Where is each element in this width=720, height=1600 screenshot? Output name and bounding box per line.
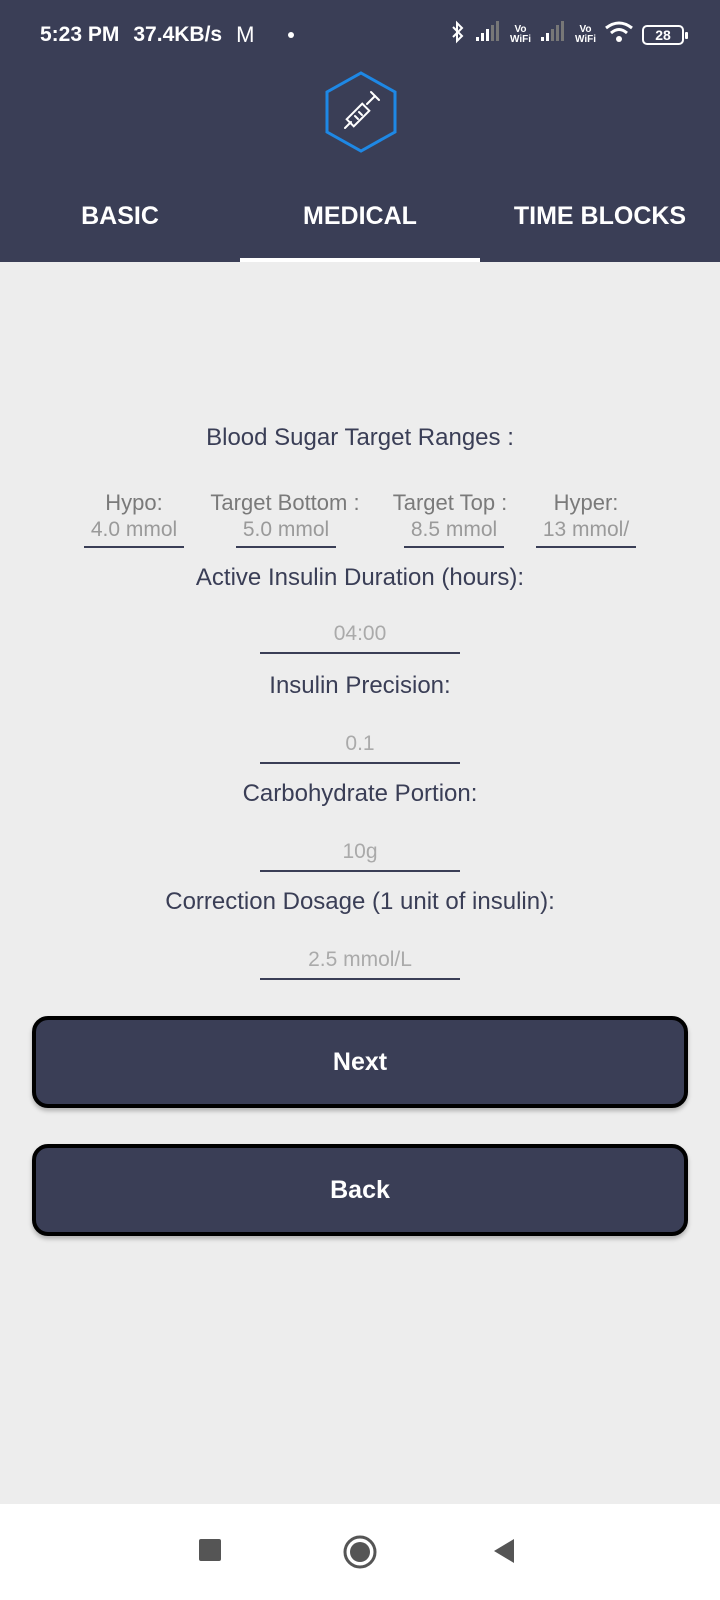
hypo-input[interactable]: 4.0 mmol [84, 518, 184, 548]
back-button[interactable]: Back [32, 1144, 688, 1236]
ranges-title: Blood Sugar Target Ranges : [206, 424, 514, 451]
bluetooth-icon [450, 20, 466, 49]
vowifi-2-icon: Vo WiFi [574, 23, 596, 45]
active-insulin-input[interactable]: 04:00 [260, 622, 460, 654]
correction-dosage-label: Correction Dosage (1 unit of insulin): [165, 888, 555, 915]
tab-basic[interactable]: BASIC [0, 180, 240, 262]
wifi-icon [604, 20, 634, 49]
status-time: 5:23 PM [40, 23, 120, 46]
hypo-label: Hypo: [105, 490, 163, 515]
app-header: 5:23 PM 37.4KB/s M Vo WiFi Vo WiFi 28 BA… [0, 0, 720, 262]
hyper-label: Hyper: [553, 490, 619, 515]
network-speed: 37.4KB/s [133, 23, 223, 46]
signal-2-icon [539, 21, 567, 48]
recents-square-icon[interactable] [198, 1538, 222, 1567]
target-bottom-input[interactable]: 5.0 mmol [236, 518, 336, 548]
target-top-input[interactable]: 8.5 mmol [404, 518, 504, 548]
notification-dot [288, 32, 295, 38]
battery-indicator: 28 [642, 24, 688, 45]
hyper-input[interactable]: 13 mmol/ [536, 518, 636, 548]
signal-1-icon [474, 21, 502, 48]
syringe-hexagon-icon [323, 70, 399, 154]
insulin-precision-label: Insulin Precision: [269, 672, 451, 699]
target-top-label: Target Top : [392, 490, 508, 515]
tab-medical[interactable]: MEDICAL [240, 180, 480, 262]
next-button[interactable]: Next [32, 1016, 688, 1108]
system-nav-bar [0, 1504, 720, 1600]
carb-portion-input[interactable]: 10g [260, 840, 460, 872]
home-circle-icon[interactable] [342, 1534, 378, 1575]
back-triangle-icon[interactable] [492, 1538, 516, 1569]
insulin-precision-input[interactable]: 0.1 [260, 732, 460, 764]
vowifi-1-icon: Vo WiFi [509, 23, 531, 45]
mail-icon: M [236, 22, 255, 47]
tab-bar: BASIC MEDICAL TIME BLOCKS [0, 180, 720, 262]
carb-portion-label: Carbohydrate Portion: [242, 780, 478, 807]
tab-time-blocks[interactable]: TIME BLOCKS [480, 180, 720, 262]
correction-dosage-input[interactable]: 2.5 mmol/L [260, 948, 460, 980]
target-bottom-label: Target Bottom : [210, 490, 360, 515]
status-bar: 5:23 PM 37.4KB/s M Vo WiFi Vo WiFi 28 [0, 0, 720, 70]
active-insulin-label: Active Insulin Duration (hours): [195, 564, 525, 591]
